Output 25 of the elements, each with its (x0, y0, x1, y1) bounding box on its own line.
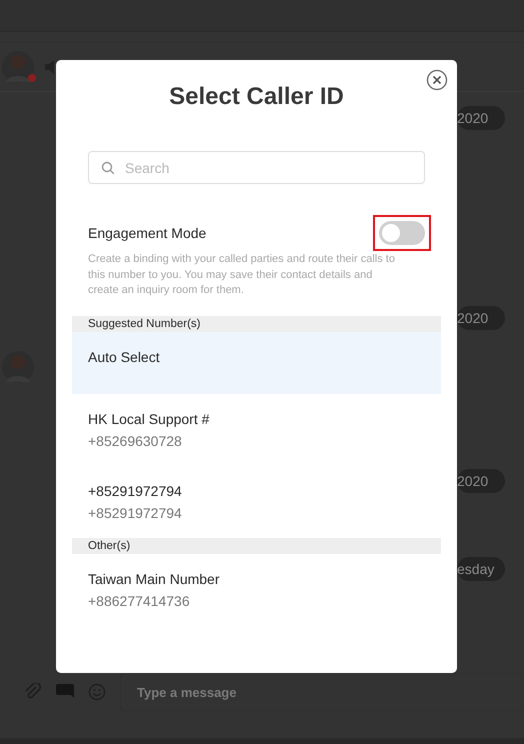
close-button[interactable] (426, 69, 448, 91)
date-pill: 2020 (457, 106, 505, 130)
number-option[interactable]: HK Local Support # +85269630728 (72, 394, 441, 466)
date-pill: 2020 (457, 306, 505, 330)
engagement-description: Create a binding with your called parties and route their calls to this number to you. You may save their contact details and create an inquiry room for them. (88, 252, 396, 298)
option-name: HK Local Support # (88, 410, 210, 426)
option-name: Taiwan Main Number (88, 570, 220, 586)
option-name: Auto Select (88, 348, 161, 364)
date-pill: esday (457, 557, 505, 581)
status-dot (28, 74, 36, 82)
date-pill: 2020 (457, 469, 505, 493)
option-number: +85291972794 (88, 504, 183, 520)
engagement-label: Engagement Mode (88, 225, 206, 241)
option-name: +85291972794 (88, 482, 183, 498)
section-header: Suggested Number(s) (72, 316, 441, 332)
section-header: Other(s) (72, 538, 441, 554)
sms-icon[interactable] (56, 684, 74, 700)
engagement-toggle[interactable] (379, 221, 425, 245)
number-option[interactable]: +85291972794 +85291972794 (72, 466, 441, 538)
dialog-title: Select Caller ID (168, 83, 345, 111)
search-field[interactable]: Search (88, 151, 425, 184)
number-option[interactable]: Taiwan Main Number +886277414736 (72, 554, 441, 626)
number-option[interactable]: Auto Select (72, 332, 441, 394)
option-number: +886277414736 (88, 592, 191, 608)
option-number: +85269630728 (88, 432, 183, 448)
